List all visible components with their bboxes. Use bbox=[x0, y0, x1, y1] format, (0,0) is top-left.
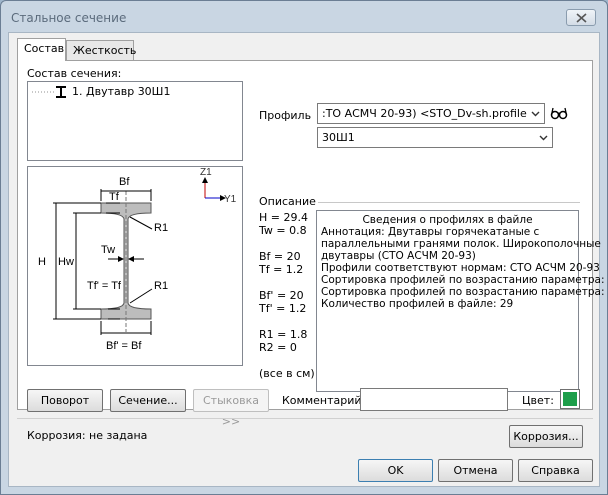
param-bf: Bf = 20 bbox=[259, 250, 301, 263]
label-tw: Tw bbox=[101, 244, 115, 256]
color-label: Цвет: bbox=[522, 394, 554, 407]
dialog-window: Стальное сечение Состав Жесткость Состав… bbox=[0, 0, 608, 495]
label-h: H bbox=[38, 256, 46, 268]
section-button[interactable]: Сечение... bbox=[110, 389, 186, 412]
label-r1-bottom: R1 bbox=[154, 280, 168, 292]
param-r1: R1 = 1.8 bbox=[259, 328, 308, 341]
i-beam-icon bbox=[56, 86, 66, 98]
list-item[interactable]: 1. Двутавр 30Ш1 bbox=[72, 85, 170, 98]
axis-y-label: Y1 bbox=[224, 194, 237, 205]
browse-profile-button[interactable] bbox=[549, 103, 569, 123]
profile-source-select[interactable]: :ТО АСМЧ 20-93) <STO_Dv-sh.profiles.srt> bbox=[317, 103, 545, 124]
info-line: Сортировка профилей по возрастанию парам… bbox=[321, 286, 605, 298]
tab-stiffness[interactable]: Жесткость bbox=[66, 40, 137, 60]
param-r2: R2 = 0 bbox=[259, 341, 297, 354]
glasses-icon bbox=[550, 107, 568, 120]
label-bf: Bf bbox=[119, 176, 130, 188]
label-hw: Hw bbox=[58, 256, 74, 268]
ok-button[interactable]: OK bbox=[358, 459, 433, 482]
title-bar: Стальное сечение bbox=[1, 1, 607, 31]
info-line: Профили соответствуют нормам: СТО АСЧМ 2… bbox=[321, 262, 600, 274]
composition-tree[interactable]: 1. Двутавр 30Ш1 bbox=[27, 81, 243, 161]
label-tf: Tf bbox=[109, 191, 120, 203]
info-line: Количество профилей в файле: 29 bbox=[321, 298, 514, 310]
profile-size-select[interactable]: 30Ш1 bbox=[317, 127, 553, 148]
color-fill bbox=[563, 392, 577, 406]
status-area: Коррозия: не задана bbox=[17, 418, 593, 452]
info-line: Сортировка профилей по возрастанию парам… bbox=[321, 274, 605, 286]
rotate-button[interactable]: Поворот bbox=[27, 389, 103, 412]
corrosion-status: Коррозия: не задана bbox=[27, 429, 148, 442]
comment-label: Комментарий: bbox=[282, 394, 366, 407]
tab-label: Состав bbox=[24, 42, 65, 55]
profile-label: Профиль bbox=[259, 109, 312, 122]
label-r1-top: R1 bbox=[154, 222, 168, 234]
units-note: (все в см) bbox=[259, 367, 315, 380]
chevron-down-icon bbox=[539, 135, 548, 141]
param-tf-prime: Tf' = 1.2 bbox=[259, 302, 307, 315]
info-line: параллельными гранями полок. Широкополоч… bbox=[321, 238, 601, 250]
profile-info-box: Сведения о профилях в файле Аннотация: Д… bbox=[316, 210, 605, 392]
window-title: Стальное сечение bbox=[11, 11, 127, 25]
composition-label: Состав сечения: bbox=[27, 67, 122, 80]
connect-button[interactable]: Стыковка >> bbox=[193, 389, 269, 428]
info-title: Сведения о профилях в файле bbox=[362, 214, 533, 226]
tab-label: Жесткость bbox=[73, 44, 137, 57]
description-divider bbox=[318, 202, 580, 203]
info-line: двутавры (СТО АСЧМ 20-93) bbox=[321, 250, 476, 262]
cancel-button[interactable]: Отмена bbox=[438, 459, 513, 482]
dialog-client-area: Состав Жесткость Состав сечения: 1. Двут… bbox=[8, 32, 605, 487]
axis-z-label: Z1 bbox=[200, 167, 212, 178]
chevron-down-icon bbox=[531, 111, 540, 117]
close-button[interactable] bbox=[566, 9, 596, 26]
close-icon bbox=[576, 13, 587, 23]
comment-input[interactable] bbox=[360, 388, 508, 411]
help-button[interactable]: Справка bbox=[518, 459, 593, 482]
param-tf: Tf = 1.2 bbox=[259, 263, 304, 276]
description-label: Описание bbox=[259, 195, 316, 208]
param-tw: Tw = 0.8 bbox=[259, 224, 307, 237]
tab-panel: Состав сечения: 1. Двутавр 30Ш1 Bf Tf R1… bbox=[17, 60, 605, 410]
label-bf-prime: Bf' = Bf bbox=[106, 340, 142, 352]
param-bf-prime: Bf' = 20 bbox=[259, 289, 304, 302]
tab-composition[interactable]: Состав bbox=[17, 38, 66, 61]
profile-size-value: 30Ш1 bbox=[322, 131, 355, 144]
label-tf-prime: Tf' = Tf bbox=[87, 280, 122, 292]
section-drawing: Bf Tf R1 H Hw Tw Tf' = Tf R1 Bf' = Bf Z1… bbox=[27, 166, 243, 366]
profile-source-value: :ТО АСМЧ 20-93) <STO_Dv-sh.profiles.srt> bbox=[322, 107, 527, 120]
param-h: H = 29.4 bbox=[259, 211, 308, 224]
i-beam-diagram: Bf Tf R1 H Hw Tw Tf' = Tf R1 Bf' = Bf Z1… bbox=[38, 167, 237, 352]
color-swatch-button[interactable] bbox=[560, 389, 580, 409]
info-line: Аннотация: Двутавры горячекатаные с bbox=[321, 226, 540, 238]
corrosion-button[interactable]: Коррозия... bbox=[509, 425, 583, 448]
